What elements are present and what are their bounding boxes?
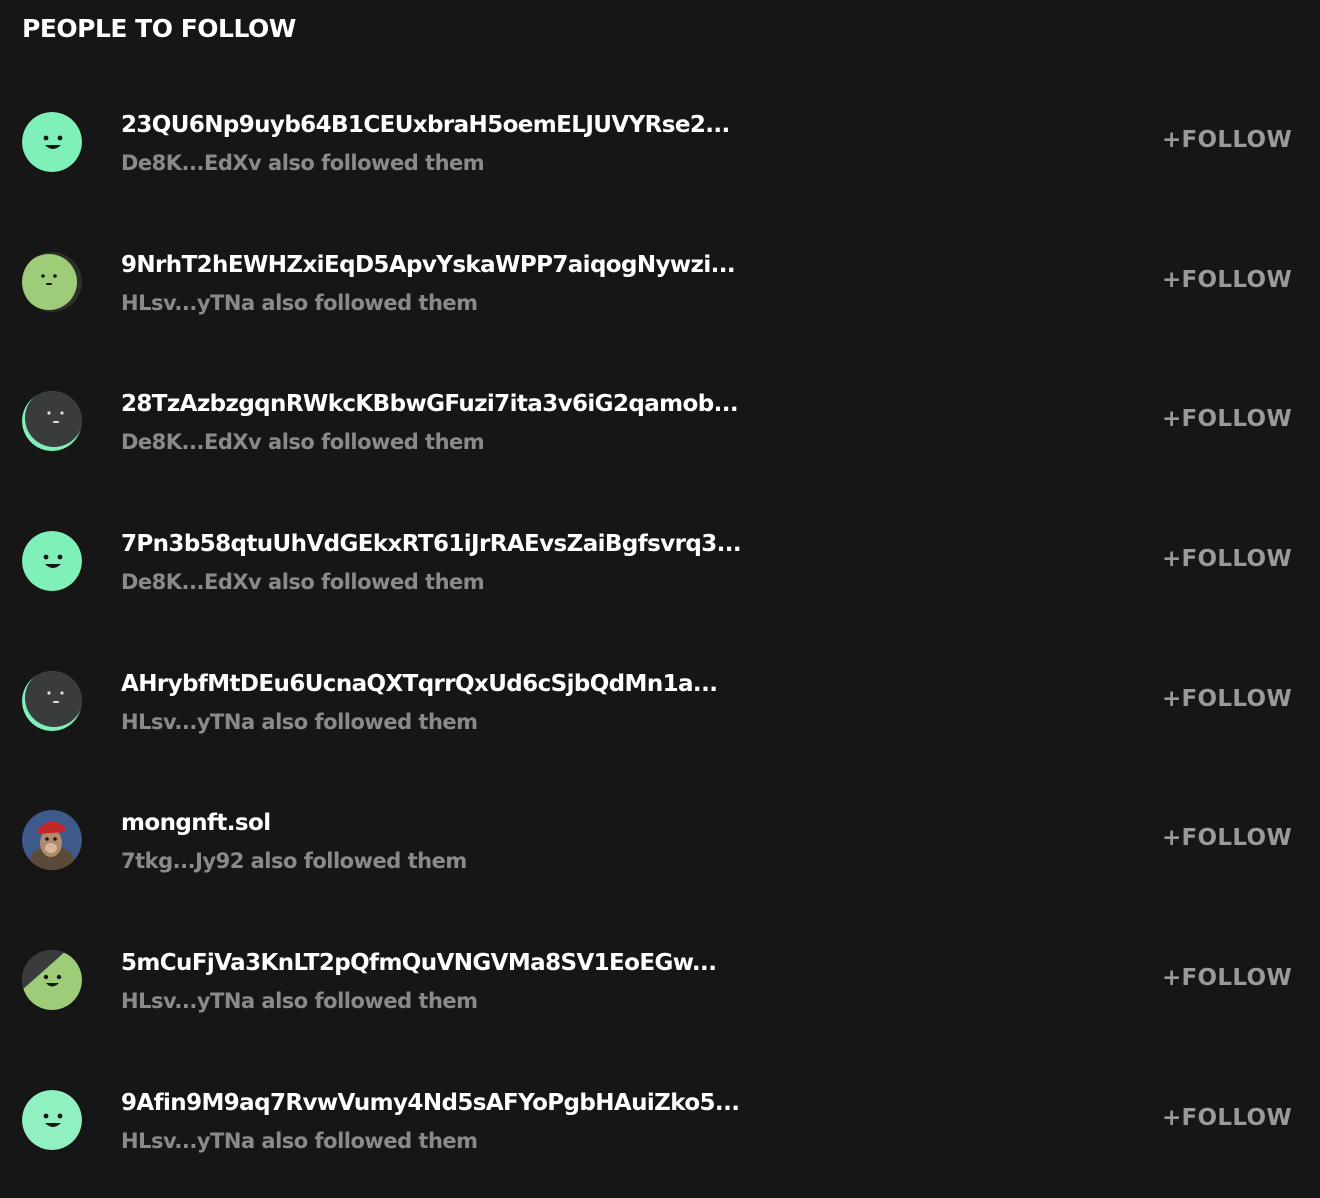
avatar[interactable] [22,531,82,592]
list-item[interactable]: 28TzAzbzgqnRWkcKBbwGFuzi7ita3v6iG2qamob.… [0,351,1320,491]
mutual-follow-text: HLsv...yTNa also followed them [121,709,478,734]
mutual-follow-text: HLsv...yTNa also followed them [121,290,478,315]
avatar-image [22,391,82,452]
avatar[interactable] [22,1089,82,1150]
avatar[interactable] [22,950,82,1011]
list-item[interactable]: 9NrhT2hEWHZxiEqD5ApvYskaWPP7aiqogNywzi..… [0,212,1320,352]
list-item[interactable]: AHrybfMtDEu6UcnaQXTqrrQxUd6cSjbQdMn1a...… [0,631,1320,771]
follow-button[interactable]: +FOLLOW [1162,686,1292,712]
person-info: 7Pn3b58qtuUhVdGEkxRT61iJrRAEvsZaiBgfsvrq… [121,529,821,597]
avatar-image [22,950,82,1011]
person-name[interactable]: mongnft.sol [121,808,821,838]
avatar[interactable] [22,670,82,731]
person-info: mongnft.sol 7tkg...Jy92 also followed the… [121,808,821,876]
list-item[interactable]: mongnft.sol 7tkg...Jy92 also followed the… [0,770,1320,910]
avatar-image [22,531,82,592]
list-item[interactable]: 5mCuFjVa3KnLT2pQfmQuVNGVMa8SV1EoEGw... HL… [0,910,1320,1050]
avatar-image [22,670,82,731]
follow-button[interactable]: +FOLLOW [1162,546,1292,572]
avatar-image [22,251,82,312]
avatar-image [22,1089,82,1150]
person-name[interactable]: AHrybfMtDEu6UcnaQXTqrrQxUd6cSjbQdMn1a... [121,669,821,699]
list-item[interactable]: 9Afin9M9aq7RvwVumy4Nd5sAFYoPgbHAuiZko5..… [0,1050,1320,1190]
person-info: 23QU6Np9uyb64B1CEUxbraH5oemELJUVYRse2...… [121,110,821,178]
avatar[interactable] [22,391,82,452]
person-info: 9NrhT2hEWHZxiEqD5ApvYskaWPP7aiqogNywzi..… [121,250,821,318]
person-info: AHrybfMtDEu6UcnaQXTqrrQxUd6cSjbQdMn1a...… [121,669,821,737]
follow-button[interactable]: +FOLLOW [1162,1105,1292,1131]
follow-button[interactable]: +FOLLOW [1162,825,1292,851]
follow-button[interactable]: +FOLLOW [1162,127,1292,153]
follow-button[interactable]: +FOLLOW [1162,267,1292,293]
avatar[interactable] [22,810,82,871]
follow-button[interactable]: +FOLLOW [1162,965,1292,991]
avatar[interactable] [22,112,82,172]
avatar-image [22,112,82,172]
avatar-image [22,810,82,871]
follow-button[interactable]: +FOLLOW [1162,406,1292,432]
mutual-follow-text: 7tkg...Jy92 also followed them [121,849,467,874]
list-item[interactable]: 7Pn3b58qtuUhVdGEkxRT61iJrRAEvsZaiBgfsvrq… [0,491,1320,631]
person-info: 5mCuFjVa3KnLT2pQfmQuVNGVMa8SV1EoEGw... HL… [121,948,821,1016]
mutual-follow-text: De8K...EdXv also followed them [121,151,485,175]
people-list: 23QU6Np9uyb64B1CEUxbraH5oemELJUVYRse2...… [0,72,1320,1190]
mutual-follow-text: De8K...EdXv also followed them [121,430,485,455]
mutual-follow-text: De8K...EdXv also followed them [121,570,485,595]
list-item[interactable]: 23QU6Np9uyb64B1CEUxbraH5oemELJUVYRse2...… [0,72,1320,212]
mutual-follow-text: HLsv...yTNa also followed them [121,1128,478,1153]
mutual-follow-text: HLsv...yTNa also followed them [121,989,478,1014]
person-name[interactable]: 9NrhT2hEWHZxiEqD5ApvYskaWPP7aiqogNywzi..… [121,250,821,280]
person-name[interactable]: 5mCuFjVa3KnLT2pQfmQuVNGVMa8SV1EoEGw... [121,948,821,978]
person-name[interactable]: 9Afin9M9aq7RvwVumy4Nd5sAFYoPgbHAuiZko5..… [121,1088,821,1118]
section-title: PEOPLE TO FOLLOW [22,14,296,43]
person-name[interactable]: 28TzAzbzgqnRWkcKBbwGFuzi7ita3v6iG2qamob.… [121,389,821,419]
person-name[interactable]: 23QU6Np9uyb64B1CEUxbraH5oemELJUVYRse2... [121,110,821,140]
person-info: 9Afin9M9aq7RvwVumy4Nd5sAFYoPgbHAuiZko5..… [121,1088,821,1156]
person-name[interactable]: 7Pn3b58qtuUhVdGEkxRT61iJrRAEvsZaiBgfsvrq… [121,529,821,559]
person-info: 28TzAzbzgqnRWkcKBbwGFuzi7ita3v6iG2qamob.… [121,389,821,457]
avatar[interactable] [22,251,82,312]
